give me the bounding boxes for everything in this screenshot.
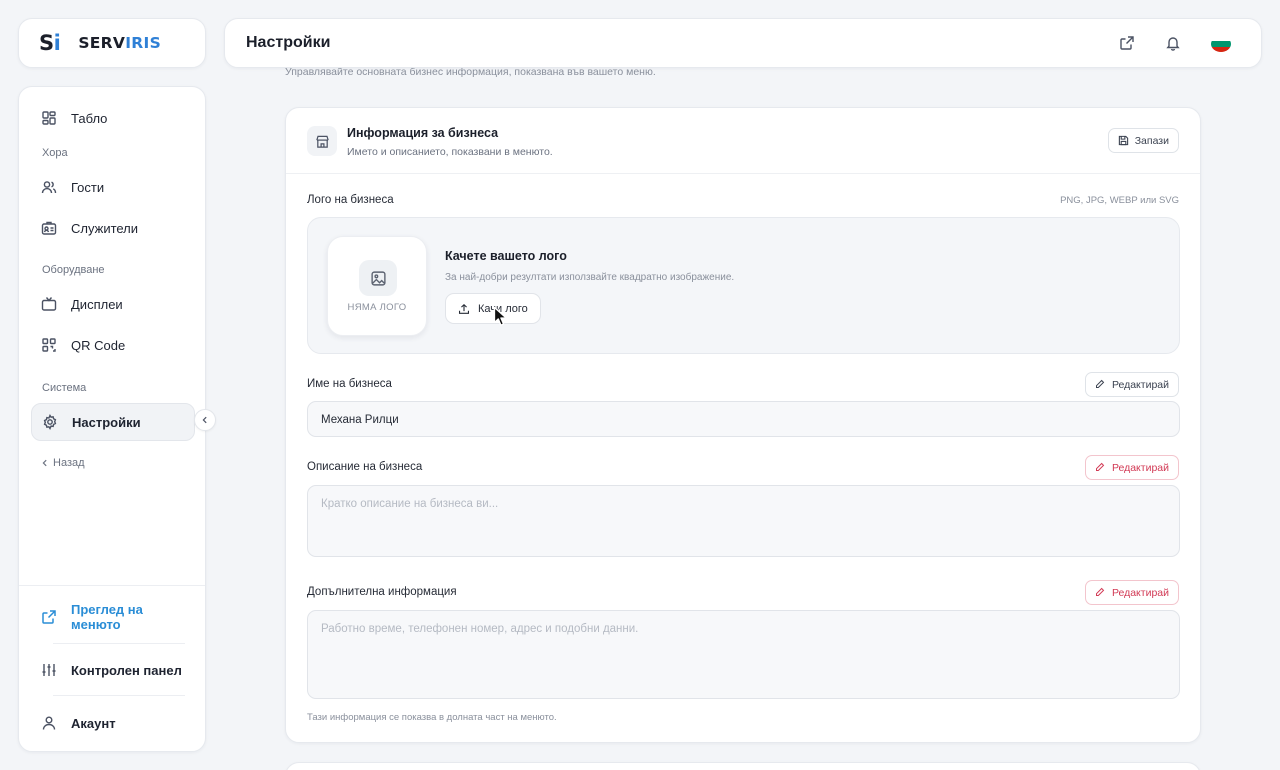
no-logo-text: НЯМА ЛОГО <box>347 302 407 313</box>
id-badge-icon <box>41 220 57 236</box>
logo-upload-area: НЯМА ЛОГО Качете вашето лого За най-добр… <box>307 217 1180 354</box>
external-link-icon <box>41 609 57 625</box>
edit-label: Редактирай <box>1111 461 1169 474</box>
additional-info-hint: Тази информация се показва в долната час… <box>307 712 557 723</box>
sidebar-item-label: Акаунт <box>71 715 116 731</box>
edit-name-button[interactable]: Редактирай <box>1084 372 1179 397</box>
business-info-card: Информация за бизнеса Името и описанието… <box>285 107 1201 743</box>
sidebar-collapse-button[interactable] <box>194 409 216 431</box>
logo-preview: НЯМА ЛОГО <box>327 236 427 336</box>
top-header: Настройки <box>224 18 1262 68</box>
pencil-icon <box>1095 379 1106 390</box>
logo-formats: PNG, JPG, WEBP или SVG <box>1060 195 1179 206</box>
sidebar-item-guests[interactable]: Гости <box>31 168 195 206</box>
users-icon <box>41 179 57 195</box>
save-button-label: Запази <box>1134 134 1169 147</box>
back-link[interactable]: Назад <box>41 457 85 469</box>
bell-icon[interactable] <box>1165 35 1183 53</box>
sidebar-item-menu-preview[interactable]: Преглед на менюто <box>31 598 195 636</box>
business-name-label: Име на бизнеса <box>307 378 392 390</box>
tv-icon <box>41 296 57 312</box>
save-button[interactable]: Запази <box>1107 128 1179 153</box>
gear-icon <box>42 414 58 430</box>
sidebar-section-equipment: Оборудване <box>42 264 105 276</box>
qr-code-icon <box>41 337 57 353</box>
edit-additional-button[interactable]: Редактирай <box>1084 580 1179 605</box>
sidebar-item-label: QR Code <box>71 337 126 353</box>
language-flag-icon[interactable] <box>1211 36 1231 52</box>
sidebar-item-settings[interactable]: Настройки <box>31 403 195 441</box>
sidebar-item-label: Гости <box>71 179 105 195</box>
sidebar-divider <box>53 643 185 644</box>
external-link-icon[interactable] <box>1119 35 1137 53</box>
section-subtitle: Името и описанието, показвани в менюто. <box>347 146 553 158</box>
additional-info-label: Допълнителна информация <box>307 586 457 598</box>
chevron-left-icon <box>41 459 49 467</box>
sidebar-item-label: Табло <box>71 110 108 126</box>
sidebar-section-people: Хора <box>42 147 68 159</box>
pencil-icon <box>1095 587 1106 598</box>
brand-mark: Si <box>39 31 61 55</box>
sidebar-item-control-panel[interactable]: Контролен панел <box>31 651 195 689</box>
sidebar-item-dashboard[interactable]: Табло <box>31 99 195 137</box>
sliders-icon <box>41 662 57 678</box>
sidebar-item-qr-code[interactable]: QR Code <box>31 326 195 364</box>
upload-icon <box>458 303 470 315</box>
dashboard-icon <box>41 110 57 126</box>
back-link-label: Назад <box>53 457 85 469</box>
chevron-left-icon <box>201 416 209 424</box>
section-header: Информация за бизнеса Името и описанието… <box>286 108 1200 174</box>
upload-hint: За най-добри резултати използвайте квадр… <box>445 272 735 283</box>
business-name-input[interactable]: Механа Рилци <box>307 401 1180 437</box>
user-icon <box>41 715 57 731</box>
sidebar-item-displays[interactable]: Дисплеи <box>31 285 195 323</box>
sidebar-item-label: Служители <box>71 220 139 236</box>
page-title: Настройки <box>246 34 331 51</box>
sidebar-item-label: Настройки <box>72 414 141 430</box>
edit-label: Редактирай <box>1111 378 1169 391</box>
logo-label: Лого на бизнеса <box>307 194 394 206</box>
business-description-label: Описание на бизнеса <box>307 461 423 473</box>
sidebar-divider <box>19 585 205 586</box>
next-section-card <box>285 762 1201 770</box>
sidebar-section-system: Система <box>42 382 87 394</box>
brand-wordmark: SERVIRIS <box>78 34 162 52</box>
sidebar-item-label: Контролен панел <box>71 662 182 678</box>
business-description-textarea[interactable]: Кратко описание на бизнеса ви... <box>307 485 1180 557</box>
mouse-cursor-icon <box>493 306 507 326</box>
sidebar-item-account[interactable]: Акаунт <box>31 704 195 742</box>
upload-title: Качете вашето лого <box>445 249 567 263</box>
edit-description-button[interactable]: Редактирай <box>1084 455 1179 480</box>
sidebar-item-staff[interactable]: Служители <box>31 209 195 247</box>
image-icon <box>359 260 397 296</box>
sidebar-item-label: Дисплеи <box>71 296 123 312</box>
store-icon <box>307 126 337 156</box>
sidebar-divider <box>53 695 185 696</box>
sidebar: Табло Хора Гости Служители Оборудване Ди… <box>18 86 206 752</box>
pencil-icon <box>1095 462 1106 473</box>
section-title: Информация за бизнеса <box>347 126 499 140</box>
sidebar-item-label: Преглед на менюто <box>71 602 143 632</box>
save-icon <box>1118 135 1129 146</box>
brand-logo[interactable]: Si SERVIRIS <box>18 18 206 68</box>
edit-label: Редактирай <box>1111 586 1169 599</box>
additional-info-textarea[interactable]: Работно време, телефонен номер, адрес и … <box>307 610 1180 699</box>
